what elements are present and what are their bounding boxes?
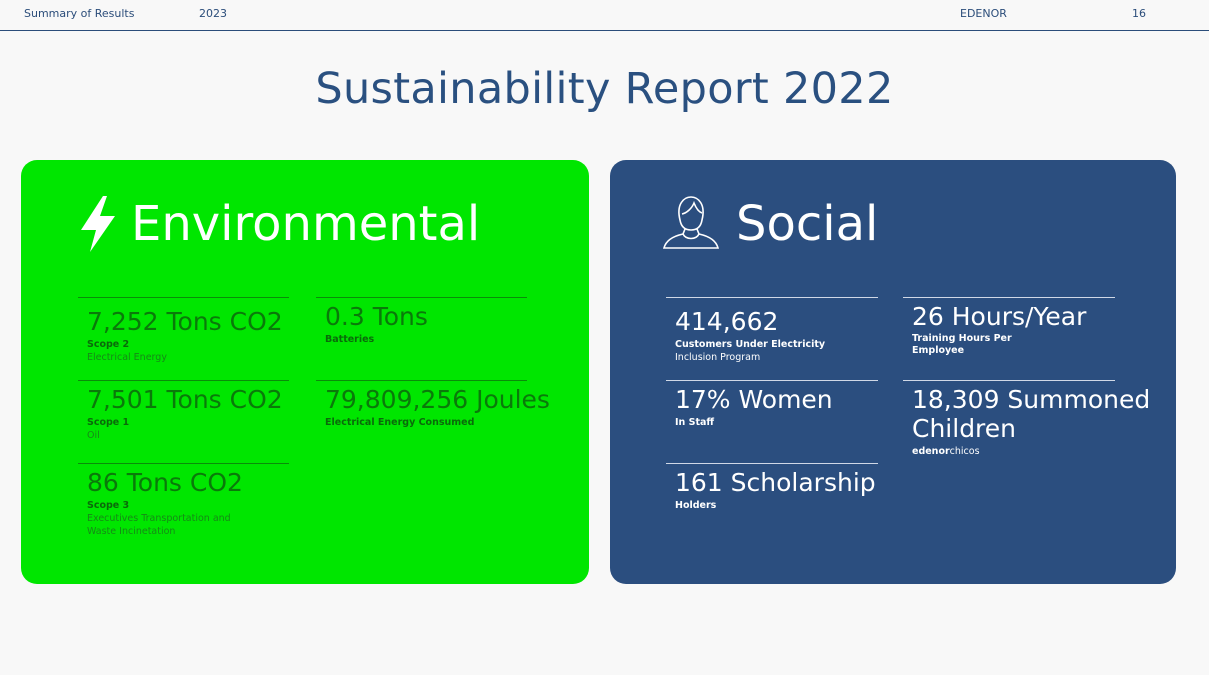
stat-label: Scope 3: [87, 500, 130, 511]
header-page-number: 16: [1132, 7, 1146, 20]
stat-label: In Staff: [675, 417, 715, 428]
stat-value: 161 Scholarship: [675, 468, 876, 497]
stat-summoned-children: 18,309 Summoned Children edenorchicos: [903, 380, 1151, 458]
stat-label: Holders: [675, 500, 717, 511]
header-year: 2023: [199, 7, 227, 20]
stat-scope2: 7,252 Tons CO2 Scope 2 Electrical Energy: [78, 297, 289, 364]
brand-light: chicos: [949, 446, 980, 457]
stat-label: Scope 2: [87, 339, 130, 350]
stat-sublabel: Electrical Energy: [87, 352, 167, 363]
header-company: EDENOR: [960, 7, 1007, 20]
stat-value: 7,252 Tons CO2: [87, 307, 283, 336]
stat-value: 414,662: [675, 307, 779, 336]
stat-value: 18,309 Summoned: [912, 385, 1151, 414]
stat-scope1: 7,501 Tons CO2 Scope 1 Oil: [78, 380, 289, 442]
stat-batteries: 0.3 Tons Batteries: [316, 297, 527, 346]
header-section: Summary of Results: [24, 7, 135, 20]
stat-scope3: 86 Tons CO2 Scope 3 Executives Transport…: [78, 463, 289, 538]
stat-value: 26 Hours/Year: [912, 302, 1087, 331]
page-header: Summary of Results 2023 EDENOR 16: [0, 0, 1209, 31]
stat-value: 79,809,256 Joules: [325, 385, 550, 414]
stat-energy-consumed: 79,809,256 Joules Electrical Energy Cons…: [316, 380, 550, 429]
stat-sublabel: Waste Incinetation: [87, 526, 176, 537]
stat-label: Customers Under Electricity: [675, 339, 826, 350]
lightning-bolt-icon: [81, 196, 115, 252]
stat-value: 86 Tons CO2: [87, 468, 243, 497]
stat-value: Children: [912, 414, 1017, 443]
stat-customers: 414,662 Customers Under Electricity Incl…: [666, 297, 878, 364]
stat-label: Electrical Energy Consumed: [325, 417, 475, 428]
environmental-title: Environmental: [131, 196, 481, 252]
stat-sublabel: Oil: [87, 430, 100, 441]
social-title: Social: [736, 196, 879, 252]
page-title: Sustainability Report 2022: [315, 64, 894, 114]
environmental-card: Environmental 7,252 Tons CO2 Scope 2 Ele…: [21, 160, 589, 584]
stat-label: Employee: [912, 345, 965, 356]
stat-scholarship: 161 Scholarship Holders: [666, 463, 878, 512]
social-card: Social 414,662 Customers Under Electrici…: [610, 160, 1176, 584]
edenorchicos-brand: edenorchicos: [912, 445, 1115, 458]
stat-label: Scope 1: [87, 417, 130, 428]
brand-bold: edenor: [912, 446, 950, 457]
stat-value: 7,501 Tons CO2: [87, 385, 283, 414]
stat-label: Batteries: [325, 334, 375, 345]
stat-women: 17% Women In Staff: [666, 380, 878, 429]
person-icon: [662, 196, 720, 249]
stat-sublabel: Executives Transportation and: [87, 513, 231, 524]
stat-value: 17% Women: [675, 385, 833, 414]
stat-value: 0.3 Tons: [325, 302, 428, 331]
stat-training-hours: 26 Hours/Year Training Hours Per Employe…: [903, 297, 1115, 357]
stat-label: Training Hours Per: [912, 333, 1012, 344]
stat-sublabel: Inclusion Program: [675, 352, 761, 363]
